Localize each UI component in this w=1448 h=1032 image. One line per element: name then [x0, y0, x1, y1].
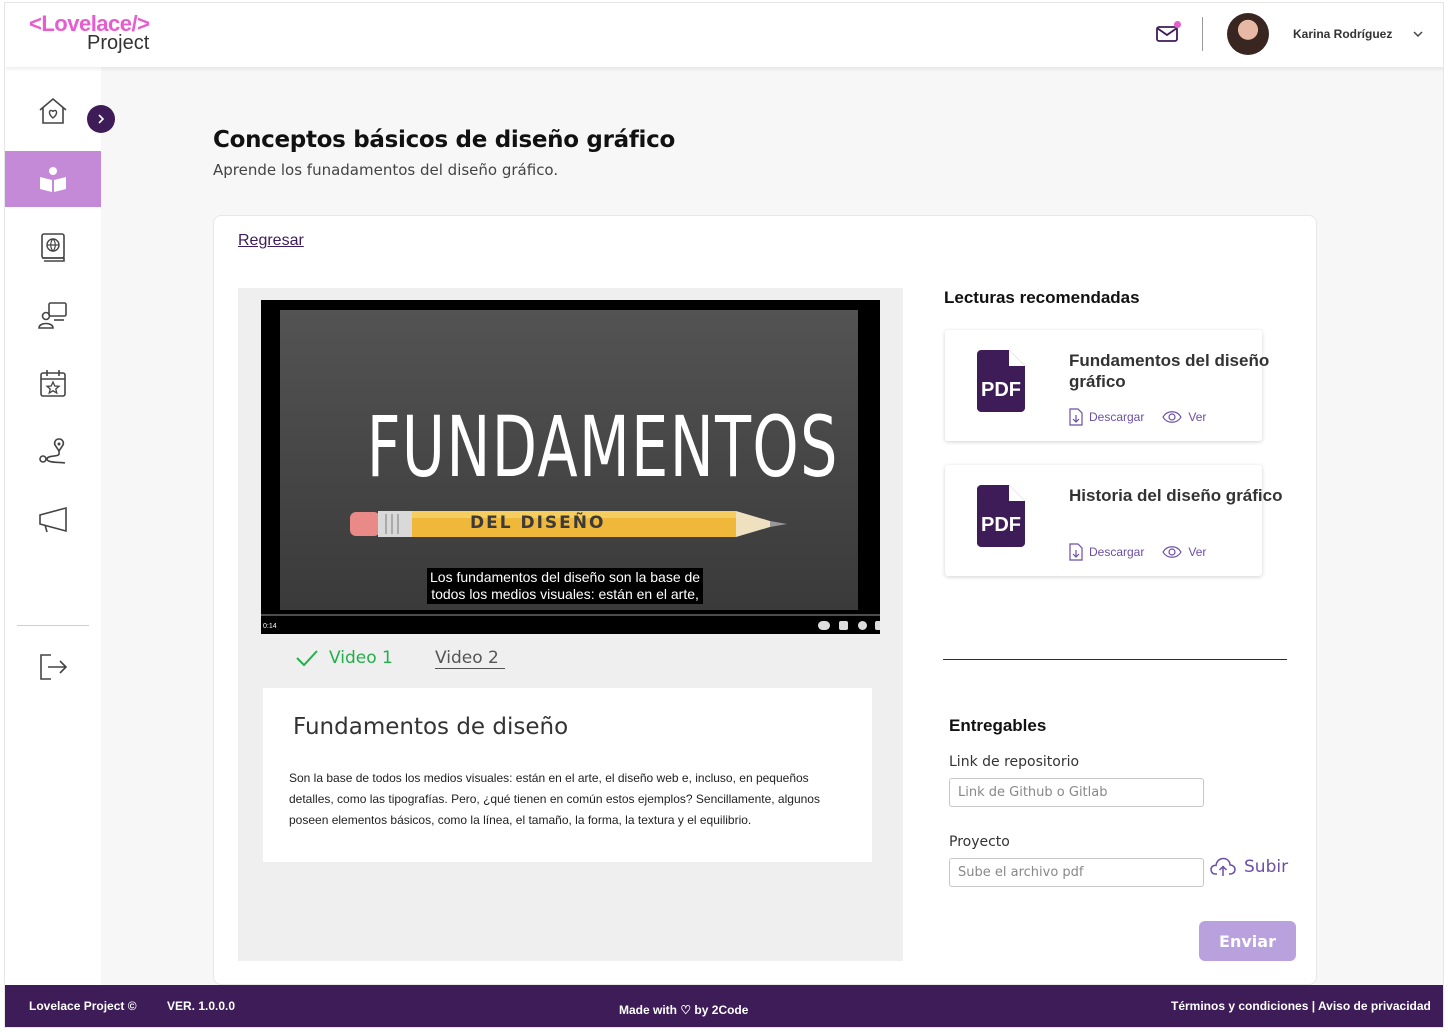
upload-label: Subir — [1244, 857, 1289, 877]
notification-dot — [1174, 21, 1181, 28]
project-file-input[interactable]: Sube el archivo pdf — [949, 858, 1204, 887]
view-button[interactable]: Ver — [1162, 545, 1206, 559]
fullscreen-icon[interactable] — [875, 621, 880, 630]
download-file-icon — [1069, 543, 1083, 561]
calendar-star-icon — [40, 370, 66, 397]
description-title: Fundamentos de diseño — [293, 714, 569, 740]
sidebar-item-mentoring[interactable] — [5, 287, 101, 343]
home-heart-icon — [39, 97, 67, 124]
footer-made-with: Made with ♡ by 2Code — [619, 1003, 749, 1017]
view-button[interactable]: Ver — [1162, 410, 1206, 424]
video-time: 0:14 — [263, 623, 277, 630]
video-progress-bar[interactable] — [261, 614, 880, 616]
chevron-right-icon — [98, 114, 105, 124]
pdf-icon: PDF — [977, 350, 1025, 412]
book-reader-icon — [40, 167, 66, 192]
tab-video-1[interactable]: Video 1 — [295, 648, 393, 668]
cloud-upload-icon — [1210, 857, 1236, 876]
sidebar-item-events[interactable] — [5, 355, 101, 411]
reading-title: Historia del diseño gráfico — [1069, 486, 1283, 505]
video-title-text: FUNDAMENTOS — [366, 398, 839, 496]
footer: Lovelace Project © VER. 1.0.0.0 Made wit… — [5, 985, 1443, 1027]
top-bar: <Lovelace/> Project Karina Rodríguez — [5, 3, 1443, 67]
reading-title: Fundamentos del diseño gráfico — [1069, 351, 1270, 391]
description-box: Fundamentos de diseño Son la base de tod… — [263, 688, 872, 862]
repo-label: Link de repositorio — [949, 754, 1080, 770]
logout-icon — [40, 654, 68, 680]
sidebar-item-announcements[interactable] — [5, 491, 101, 547]
globe-book-icon — [41, 233, 65, 262]
mail-icon[interactable] — [1155, 21, 1181, 45]
page-title: Conceptos básicos de diseño gráfico — [213, 127, 675, 153]
avatar[interactable] — [1227, 13, 1269, 55]
reading-actions: Descargar Ver — [1069, 543, 1206, 561]
check-icon — [296, 650, 318, 667]
project-label: Proyecto — [949, 834, 1010, 850]
eye-icon — [1162, 546, 1183, 558]
sidebar-divider — [17, 625, 89, 626]
captions-icon[interactable] — [839, 621, 848, 630]
sidebar-item-roadmap[interactable] — [5, 423, 101, 479]
view-label: Ver — [1188, 410, 1207, 424]
submit-button[interactable]: Enviar — [1199, 921, 1296, 961]
sidebar-expand-button[interactable] — [87, 105, 115, 133]
download-label: Descargar — [1089, 545, 1145, 559]
video-panel: FUNDAMENTOS DEL DISEÑO Los fundamentos d… — [238, 288, 903, 961]
reading-actions: Descargar Ver — [1069, 408, 1206, 426]
page-subtitle: Aprende los funadamentos del diseño gráf… — [213, 161, 559, 179]
deliverables-title: Entregables — [949, 716, 1047, 735]
settings-icon[interactable] — [858, 621, 867, 630]
footer-version: VER. 1.0.0.0 — [167, 999, 236, 1013]
svg-text:PDF: PDF — [981, 514, 1021, 536]
footer-legal-links[interactable]: Términos y condiciones | Aviso de privac… — [1171, 999, 1431, 1013]
video-caption: Los fundamentos del diseño son la base d… — [427, 568, 704, 604]
view-label: Ver — [1188, 545, 1207, 559]
reading-card: PDF Fundamentos del diseño gráfico Desca… — [945, 330, 1269, 441]
logo-bottom-text: Project — [87, 32, 150, 54]
sidebar-item-learning[interactable] — [5, 151, 101, 207]
header-divider — [1202, 17, 1203, 51]
svg-text:PDF: PDF — [981, 379, 1021, 401]
route-pin-icon — [39, 438, 66, 464]
readings-title: Lecturas recomendadas — [944, 288, 1140, 307]
sidebar-item-logout[interactable] — [5, 639, 101, 695]
eye-icon — [1162, 411, 1183, 423]
pdf-icon: PDF — [977, 485, 1025, 547]
description-text: Son la base de todos los medios visuales… — [289, 771, 820, 827]
download-button[interactable]: Descargar — [1069, 408, 1144, 426]
video-frame: FUNDAMENTOS DEL DISEÑO — [280, 310, 858, 610]
user-name: Karina Rodríguez — [1293, 27, 1393, 41]
tab-video-2[interactable]: Video 2 — [435, 648, 505, 669]
app-window: <Lovelace/> Project Karina Rodríguez Con… — [4, 2, 1444, 1028]
back-link[interactable]: Regresar — [238, 232, 304, 250]
upload-button[interactable]: Subir — [1210, 857, 1288, 877]
megaphone-icon — [39, 506, 67, 533]
autoplay-toggle-icon[interactable] — [818, 621, 830, 630]
video-player[interactable]: FUNDAMENTOS DEL DISEÑO Los fundamentos d… — [261, 300, 880, 634]
reading-card: PDF Historia del diseño gráfico Descarga… — [945, 465, 1283, 576]
repo-link-input[interactable]: Link de Github o Gitlab — [949, 778, 1204, 807]
sidebar-item-resources[interactable] — [5, 219, 101, 275]
caption-line-2: todos los medios visuales: están en el a… — [431, 586, 699, 602]
footer-brand: Lovelace Project © — [29, 999, 137, 1013]
sidebar-item-home[interactable] — [5, 83, 101, 139]
caption-line-1: Los fundamentos del diseño son la base d… — [430, 569, 701, 585]
lesson-card: Regresar FUNDAMENTOS DEL DISEÑO Los fund… — [213, 215, 1317, 985]
sidebar — [5, 67, 101, 987]
chevron-down-icon[interactable] — [1411, 27, 1425, 41]
section-divider — [943, 659, 1287, 660]
user-screen-icon — [38, 302, 67, 329]
tab-video-1-label: Video 1 — [329, 648, 393, 668]
download-button[interactable]: Descargar — [1069, 543, 1144, 561]
download-label: Descargar — [1089, 410, 1145, 424]
download-file-icon — [1069, 408, 1083, 426]
pencil-text: DEL DISEÑO — [470, 513, 606, 533]
logo[interactable]: <Lovelace/> Project — [29, 13, 150, 54]
